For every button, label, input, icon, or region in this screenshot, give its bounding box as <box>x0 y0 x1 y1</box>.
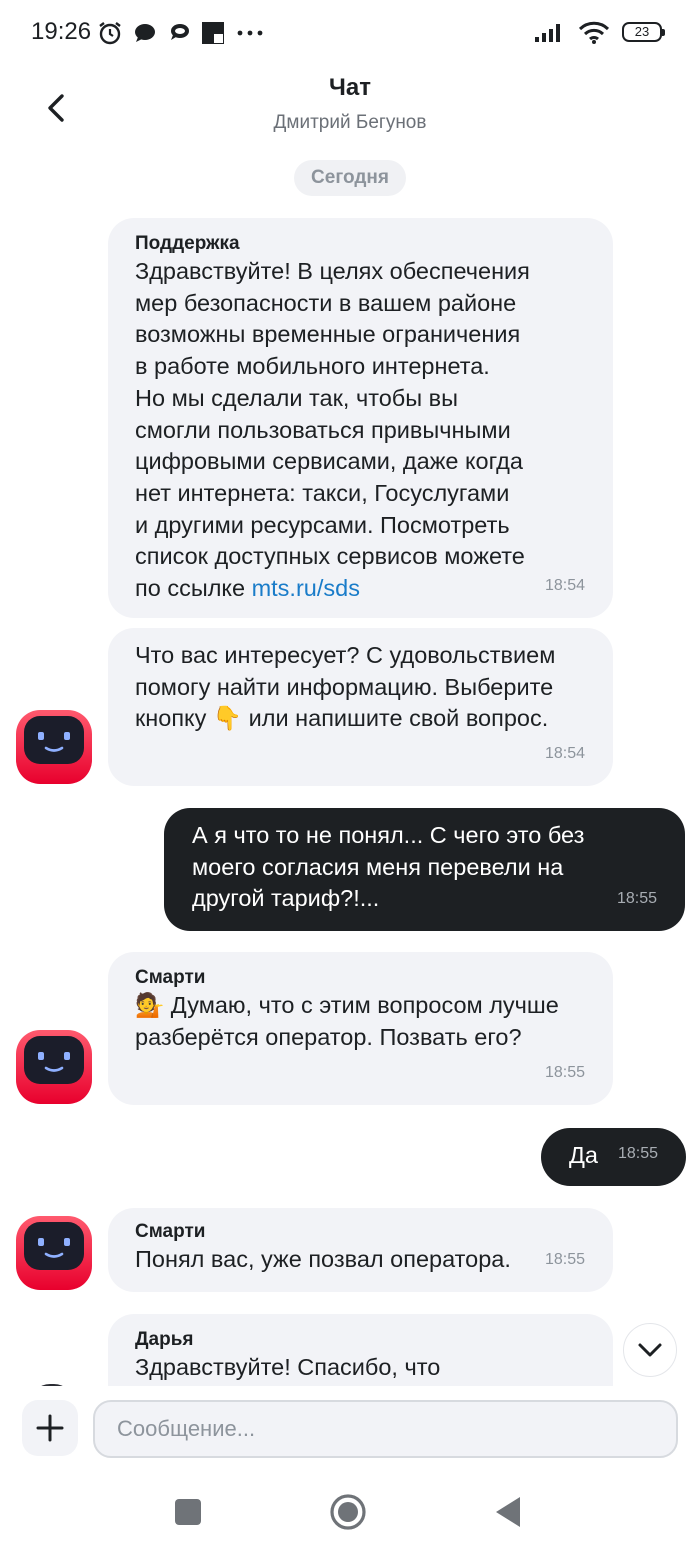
message-time: 18:54 <box>544 577 585 595</box>
message-bubble[interactable]: Что вас интересует? С удовольствием помо… <box>108 628 613 786</box>
home-button[interactable] <box>326 1490 370 1534</box>
system-icons: 23 <box>534 20 665 44</box>
status-time: 19:26 <box>31 18 92 45</box>
message-time: 18:55 <box>544 1064 585 1082</box>
message-line: кнопку 👇 или напишите свой вопрос. <box>135 705 549 732</box>
scroll-down-button[interactable] <box>623 1323 677 1377</box>
chevron-down-icon <box>638 1343 662 1357</box>
message-line: помогу найти информацию. Выберите <box>135 673 554 700</box>
triangle-icon <box>496 1497 520 1527</box>
bot-avatar <box>16 1216 92 1290</box>
recents-button[interactable] <box>166 1490 210 1534</box>
battery-icon: 23 <box>622 22 665 42</box>
message-line: Что вас интересует? С удовольствием <box>135 642 556 668</box>
bot-avatar <box>16 710 92 784</box>
message-line: цифровыми сервисами, даже когда <box>135 448 523 475</box>
message-time: 18:55 <box>544 1251 585 1269</box>
date-separator: Сегодня <box>294 160 406 196</box>
message-sender: Смарти <box>135 1221 206 1242</box>
wifi-icon <box>578 21 610 44</box>
notification-icons <box>97 20 265 46</box>
message-link[interactable]: mts.ru/sds <box>252 575 360 601</box>
back-nav-button[interactable] <box>486 1490 530 1534</box>
message-time: 18:54 <box>544 745 585 763</box>
message-time: 18:55 <box>617 1145 658 1163</box>
message-sender: Дарья <box>135 1329 194 1350</box>
message-time: 18:55 <box>616 890 657 908</box>
message-bubble-outgoing[interactable]: Да 18:55 <box>541 1128 686 1186</box>
message-line: Здравствуйте! Спасибо, что <box>135 1354 441 1380</box>
square-icon <box>175 1499 201 1525</box>
message-line: Здравствуйте! В целях обеспечения <box>135 258 530 284</box>
chat-header: Чат Дмитрий Бегунов <box>0 64 700 154</box>
attach-button[interactable] <box>22 1400 78 1456</box>
message-bubble[interactable]: Смарти 💁 Думаю, что с этим вопросом лучш… <box>108 952 613 1105</box>
message-line: 💁 Думаю, что с этим вопросом лучше <box>135 992 559 1018</box>
more-icon <box>237 30 263 36</box>
message-line: А я что то не понял... С чего это без <box>192 822 585 848</box>
message-bubble[interactable]: Поддержка Здравствуйте! В целях обеспече… <box>108 218 613 618</box>
message-bubble-outgoing[interactable]: А я что то не понял... С чего это без мо… <box>164 808 685 931</box>
chat-double-icon <box>171 24 189 40</box>
message-line: возможны временные ограничения <box>135 321 521 348</box>
message-line: список доступных сервисов можете <box>135 543 525 570</box>
message-line: Но мы сделали так, чтобы вы <box>135 384 459 411</box>
message-sender: Поддержка <box>135 233 240 254</box>
message-line: нет интернета: такси, Госуслугами <box>135 479 510 506</box>
system-nav-bar <box>0 1470 700 1556</box>
page-title: Чат <box>329 74 371 101</box>
message-list[interactable]: Поддержка Здравствуйте! В целях обеспече… <box>0 200 700 1386</box>
mts-app-icon <box>202 22 224 44</box>
message-line: разберётся оператор. Позвать его? <box>135 1023 522 1050</box>
chat-bubble-icon <box>135 24 155 42</box>
message-line: и другими ресурсами. Посмотреть <box>135 511 510 538</box>
message-input[interactable] <box>93 1400 678 1458</box>
plus-icon <box>36 1414 64 1442</box>
bot-avatar <box>16 1030 92 1104</box>
message-line: другой тариф?!... <box>192 885 380 912</box>
chat-subtitle: Дмитрий Бегунов <box>273 112 427 133</box>
message-composer <box>0 1386 700 1470</box>
status-bar: 19:26 23 <box>0 0 700 64</box>
circle-icon <box>330 1494 366 1530</box>
message-line-last: по ссылке mts.ru/sds <box>135 573 586 605</box>
message-line: моего согласия меня перевели на <box>192 853 564 880</box>
signal-icon <box>535 24 560 42</box>
message-line: мер безопасности в вашем районе <box>135 289 517 316</box>
message-text: Да <box>569 1142 598 1168</box>
message-bubble[interactable]: Смарти Понял вас, уже позвал оператора. … <box>108 1208 613 1292</box>
message-bubble[interactable]: Дарья Здравствуйте! Спасибо, что <box>108 1314 613 1386</box>
message-line: смогли пользоваться привычными <box>135 416 511 443</box>
message-sender: Смарти <box>135 967 206 988</box>
message-text: по ссылке <box>135 575 252 602</box>
alarm-icon <box>99 22 121 45</box>
message-line: в работе мобильного интернета. <box>135 353 490 380</box>
message-text: Понял вас, уже позвал оператора. <box>135 1246 511 1272</box>
